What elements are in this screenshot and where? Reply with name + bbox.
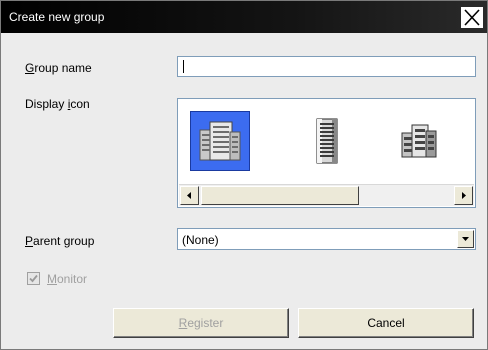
monitor-label: Monitor	[47, 272, 88, 286]
create-group-dialog: Create new group Group name Display icon	[0, 0, 488, 350]
arrow-right-icon	[462, 192, 466, 199]
close-icon	[464, 9, 480, 26]
dropdown-button[interactable]	[457, 230, 474, 248]
group-name-input[interactable]	[178, 57, 475, 76]
group-name-field[interactable]	[177, 56, 476, 77]
scroll-thumb[interactable]	[201, 186, 359, 205]
parent-group-label: Parent group	[25, 234, 95, 248]
scroll-left-button[interactable]	[180, 186, 199, 205]
tower-building-icon	[316, 118, 338, 164]
scroll-right-button[interactable]	[454, 186, 473, 205]
close-button[interactable]	[461, 7, 483, 28]
icon-option-tower[interactable]	[296, 111, 356, 171]
icon-option-office[interactable]	[388, 111, 448, 171]
title-bar: Create new group	[1, 1, 487, 33]
display-icon-label: Display icon	[25, 97, 90, 111]
horizontal-scrollbar[interactable]	[179, 184, 474, 206]
icon-option-selected[interactable]	[190, 111, 250, 171]
office-building-icon	[401, 124, 437, 158]
group-name-label: Group name	[25, 61, 92, 75]
register-button[interactable]: Register	[113, 308, 289, 338]
building-blue-icon	[199, 121, 241, 161]
icon-list[interactable]	[177, 98, 476, 208]
parent-group-select[interactable]: (None)	[177, 228, 476, 250]
cancel-button[interactable]: Cancel	[298, 308, 474, 338]
window-title: Create new group	[9, 10, 105, 24]
parent-group-value: (None)	[182, 233, 219, 247]
monitor-checkbox[interactable]	[27, 272, 40, 285]
checkmark-icon	[29, 274, 38, 283]
arrow-left-icon	[187, 192, 191, 199]
chevron-down-icon	[462, 237, 469, 241]
